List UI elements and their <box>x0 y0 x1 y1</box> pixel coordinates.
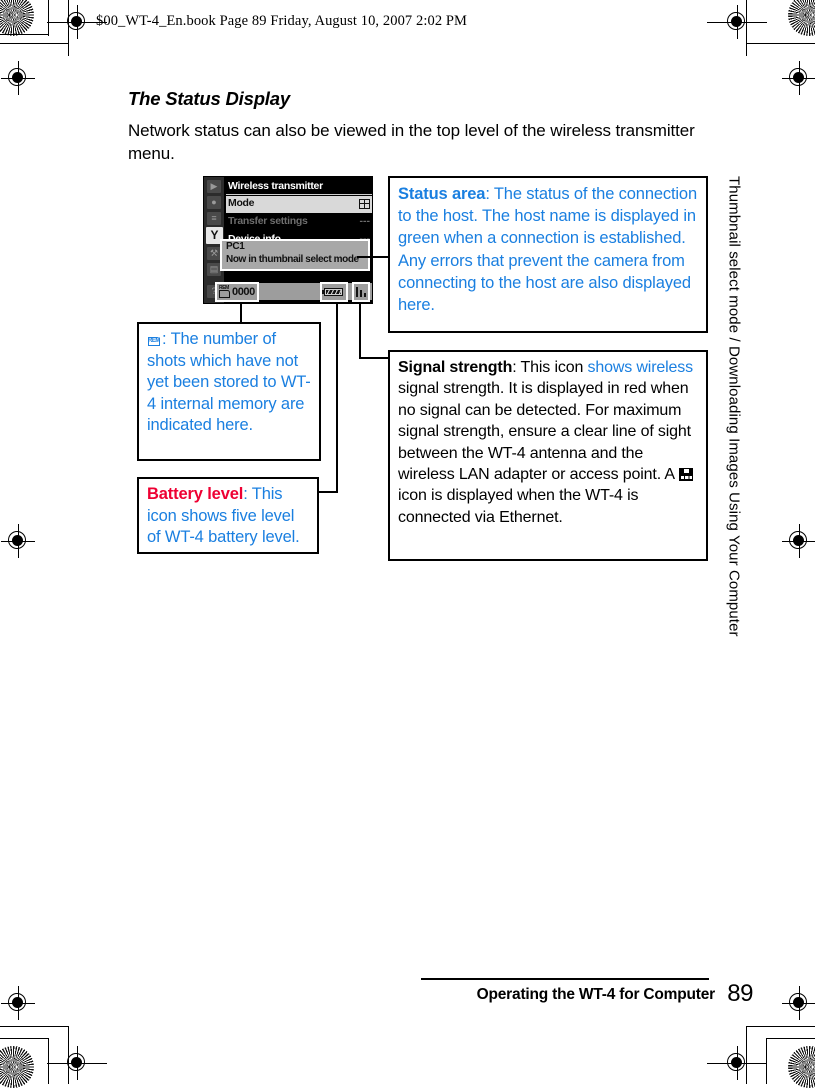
battery-fill <box>326 289 341 294</box>
registration-mark-right-bottom <box>782 986 815 1020</box>
callout-status-text: Status area: The status of the connectio… <box>398 183 699 316</box>
rem-icon-card <box>218 290 230 298</box>
recent-settings-icon: ▤ <box>207 263 221 276</box>
grid-icon <box>359 199 370 209</box>
lcd-row-mode[interactable]: Mode <box>226 196 372 213</box>
registration-mark-bottom-right <box>707 1046 767 1080</box>
lcd-title-divider <box>226 194 372 195</box>
rem-icon-card <box>147 337 160 346</box>
registration-mark-bottom-left <box>47 1046 107 1080</box>
shooting-menu-icon: ● <box>207 196 221 209</box>
crop-mark-top-left-h <box>0 43 68 45</box>
crop-mark-bottom-right-v2 <box>766 1038 768 1084</box>
ethernet-icon <box>679 468 694 482</box>
callout-signal-text: Signal strength: This icon shows wireles… <box>398 357 699 528</box>
leader-battery-h <box>319 491 338 494</box>
camera-lcd-screenshot: ▶ ● ≡ Y ⚒ ▤ ? Wireless transmitter Mode … <box>203 176 373 304</box>
crop-mark-top-right-v <box>746 0 748 56</box>
registration-mark-left-bottom <box>1 986 35 1020</box>
callout-status-area: Status area: The status of the connectio… <box>388 176 708 333</box>
crop-mark-bottom-right-v <box>746 1026 748 1084</box>
rem-icon: REM <box>147 332 162 347</box>
crop-mark-bottom-left-h2 <box>0 1038 48 1040</box>
running-header: $00_WT-4_En.book Page 89 Friday, August … <box>96 13 468 29</box>
registration-mark-left-middle <box>1 524 35 558</box>
lcd-status-message: Now in thumbnail select mode <box>226 254 359 265</box>
footer-divider <box>421 978 709 981</box>
lcd-status-area: PC1 Now in thumbnail select mode <box>220 239 370 271</box>
lcd-remaining-shots: REM 0000 <box>215 282 259 302</box>
callout-battery-text: Battery level: This icon shows five leve… <box>147 484 310 549</box>
crop-mark-bottom-right-h <box>746 1026 815 1028</box>
crop-mark-bottom-left-h <box>0 1026 68 1028</box>
lcd-status-host: PC1 <box>226 241 245 252</box>
chapter-side-tab: Thumbnail select mode / Downloading Imag… <box>712 176 756 696</box>
retouch-menu-icon: ⚒ <box>207 247 221 260</box>
callout-rem-body: : The number of shots which have not yet… <box>147 330 311 435</box>
signal-strength-icon <box>356 287 367 297</box>
page-number: 89 <box>727 980 753 1007</box>
lcd-row-transfer-settings[interactable]: Transfer settings --- <box>226 214 372 231</box>
battery-level-icon <box>321 287 343 296</box>
callout-status-lead: Status area <box>398 185 486 203</box>
lcd-battery-level <box>320 282 348 302</box>
registration-mark-top-left <box>47 5 107 39</box>
callout-remaining-shots: REM: The number of shots which have not … <box>137 322 321 461</box>
registration-mark-right-top <box>782 61 815 95</box>
halftone-star-target-top-right <box>788 0 815 36</box>
callout-battery-level: Battery level: This icon shows five leve… <box>137 477 319 554</box>
callout-signal-part2: signal strength. It is displayed in red … <box>398 380 691 484</box>
registration-mark-left-top <box>1 61 35 95</box>
registration-mark-top-right <box>707 5 767 39</box>
lcd-menu-title: Wireless transmitter <box>228 180 323 192</box>
crop-mark-bottom-left-v <box>68 1026 70 1084</box>
leader-signal-h <box>359 357 390 360</box>
leader-rem-v <box>240 303 243 323</box>
leader-signal-v <box>359 303 362 359</box>
registration-mark-right-middle <box>782 524 815 558</box>
chapter-side-tab-label: Thumbnail select mode / Downloading Imag… <box>725 176 743 637</box>
callout-signal-lead: Signal strength <box>398 359 513 376</box>
callout-signal-part3: icon is displayed when the WT-4 is conne… <box>398 487 639 526</box>
callout-rem-text: REM: The number of shots which have not … <box>147 329 312 437</box>
lcd-row-label: Mode <box>228 197 255 209</box>
callout-signal-strength: Signal strength: This icon shows wireles… <box>388 350 708 561</box>
crop-mark-top-left-v2 <box>48 0 50 36</box>
lcd-row-value: --- <box>359 215 371 227</box>
crop-mark-top-left-h2 <box>0 34 48 36</box>
halftone-star-target-top-left <box>0 0 34 36</box>
rem-icon: REM <box>218 285 231 299</box>
crop-mark-top-left-v <box>68 0 70 56</box>
crop-mark-bottom-right-h2 <box>766 1038 815 1040</box>
lcd-signal-strength <box>352 282 370 302</box>
lcd-row-label: Transfer settings <box>228 215 308 227</box>
leader-battery-v <box>336 303 339 493</box>
crop-mark-top-right-h <box>746 43 815 45</box>
custom-settings-icon: ≡ <box>207 212 221 225</box>
playback-icon: ▶ <box>207 180 221 193</box>
callout-status-body: : The status of the connection to the ho… <box>398 185 697 315</box>
callout-signal-part1: : This icon <box>512 359 588 376</box>
callout-signal-highlight: shows wireless <box>587 359 694 376</box>
callout-battery-lead: Battery level <box>147 485 244 503</box>
footer-chapter-title: Operating the WT-4 for Computer <box>476 986 716 1003</box>
page-title: The Status Display <box>128 88 290 109</box>
crop-mark-bottom-left-v2 <box>48 1038 50 1084</box>
lcd-remaining-count: 0000 <box>232 286 255 298</box>
intro-paragraph: Network status can also be viewed in the… <box>128 121 695 163</box>
